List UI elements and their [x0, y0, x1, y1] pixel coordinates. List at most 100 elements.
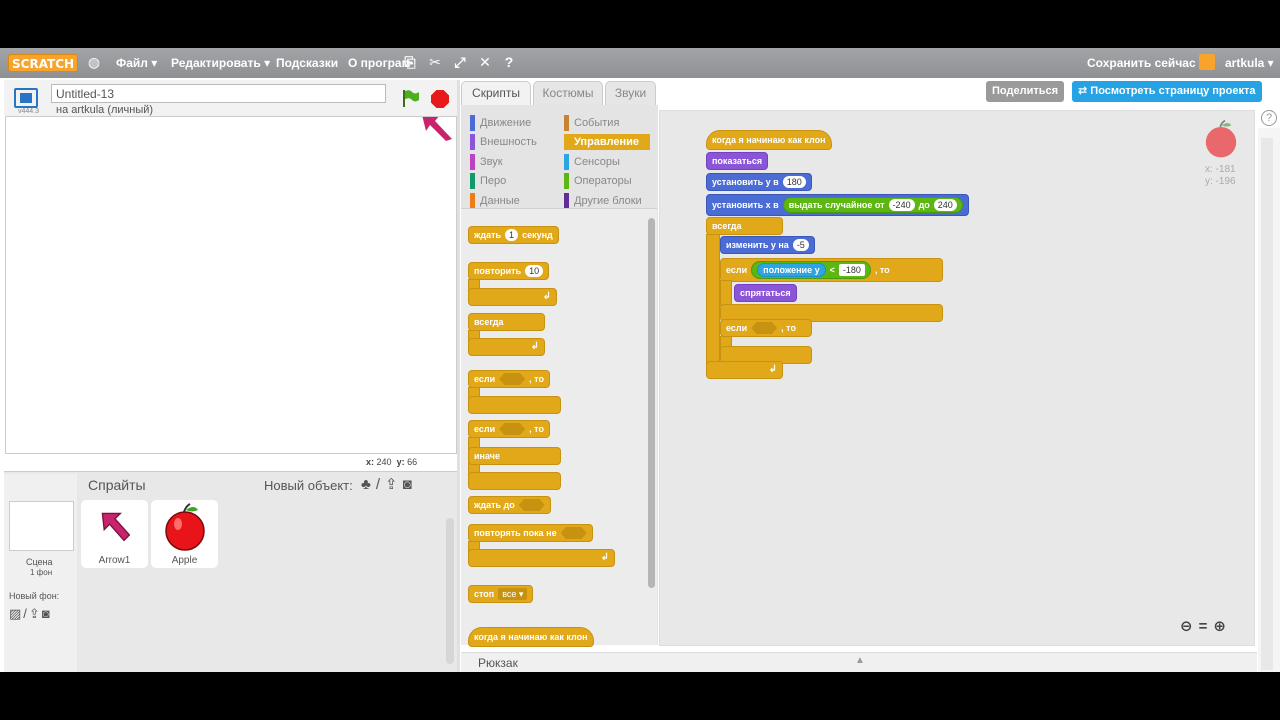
palette-repeat-until-block[interactable]: повторять пока не	[468, 524, 593, 542]
sprite-name: Arrow1	[98, 555, 131, 566]
fullscreen-icon[interactable]	[14, 88, 38, 108]
palette-if-else-block[interactable]: если, то	[468, 420, 550, 438]
x-value: 240	[376, 457, 392, 467]
palette-if-else-bottom	[468, 472, 561, 490]
script-hide-block[interactable]: спрятаться	[734, 284, 797, 302]
remix-icon: ⇄	[1078, 85, 1088, 97]
sprite-name: Apple	[171, 555, 198, 566]
project-title-input[interactable]: Untitled-13	[51, 84, 386, 103]
backpack-label: Рюкзак	[478, 656, 518, 670]
edit-menu[interactable]: Редактировать ▾	[171, 56, 270, 70]
duplicate-icon[interactable]: ⎘	[402, 54, 418, 70]
shrink-icon[interactable]: ✕	[477, 54, 493, 70]
user-menu[interactable]: artkula ▾	[1225, 56, 1274, 70]
palette-wait-block[interactable]: ждать 1 секунд	[468, 226, 559, 244]
project-author: на artkula (личный)	[56, 104, 154, 116]
category-sensing[interactable]: Сенсоры	[564, 154, 620, 170]
mouse-coordinates: x: 240 y: 66	[366, 457, 418, 467]
tips-scrollbar[interactable]	[1261, 138, 1273, 670]
tips-menu[interactable]: Подсказки	[276, 56, 338, 70]
stage-canvas[interactable]	[5, 116, 457, 454]
backdrop-library-icon[interactable]: ▨	[9, 606, 23, 621]
category-control[interactable]: Управление	[564, 134, 650, 150]
less-than-operator[interactable]: положение y < -180	[751, 261, 871, 279]
category-events[interactable]: События	[564, 115, 619, 131]
grow-icon[interactable]: ⤢	[452, 54, 468, 70]
apple-sprite-icon	[165, 503, 205, 551]
script-if-block-2[interactable]: если, то	[720, 319, 812, 337]
y-position-reporter[interactable]: положение y	[757, 263, 826, 277]
share-button[interactable]: Поделиться	[986, 81, 1065, 102]
stop-icon[interactable]	[431, 90, 449, 108]
new-backdrop-tools: ▨/⇪◙	[9, 606, 52, 622]
palette-repeat-block[interactable]: повторить 10	[468, 262, 550, 280]
palette-repeat-bottom: ↲	[468, 288, 557, 306]
tips-help-icon[interactable]: ?	[1261, 110, 1277, 126]
script-show-block[interactable]: показаться	[706, 152, 769, 170]
globe-icon[interactable]: ◍	[86, 54, 102, 70]
camera-sprite-icon[interactable]: ◙	[403, 476, 417, 493]
script-set-y-block[interactable]: установить y в 180	[706, 173, 812, 191]
sprite-card-arrow1[interactable]: Arrow1	[81, 500, 148, 568]
category-more-blocks[interactable]: Другие блоки	[564, 193, 642, 209]
file-menu[interactable]: Файл ▾	[116, 56, 157, 70]
current-sprite-thumbnail	[1205, 119, 1237, 158]
category-pen[interactable]: Перо	[470, 173, 506, 189]
cut-icon[interactable]: ✂	[427, 54, 443, 70]
tab-sounds[interactable]: Звуки	[605, 81, 656, 105]
if-c-arm	[720, 280, 732, 306]
random-operator-block[interactable]: выдать случайное от -240 до 240	[782, 197, 963, 213]
zoom-out-icon[interactable]: ⊖	[1180, 618, 1199, 635]
save-now-button[interactable]: Сохранить сейчас	[1087, 56, 1196, 70]
sprite-library-icon[interactable]: ♣	[361, 476, 376, 493]
sprite-pane-scrollbar[interactable]	[446, 518, 454, 664]
backpack-expand-icon[interactable]: ▲	[855, 655, 865, 666]
scene-thumbnail[interactable]	[9, 501, 74, 551]
palette-clone-hat-block[interactable]: когда я начинаю как клон	[468, 627, 594, 647]
upload-sprite-icon[interactable]: ⇪	[385, 476, 403, 493]
green-flag-icon[interactable]	[400, 89, 420, 107]
zoom-in-icon[interactable]: ⊕	[1213, 618, 1232, 635]
tab-costumes[interactable]: Костюмы	[533, 81, 603, 105]
palette-repeat-until-bottom: ↲	[468, 549, 615, 567]
palette-stop-block[interactable]: стоп все ▾	[468, 585, 534, 603]
new-sprite-tools: ♣/⇪◙	[361, 475, 417, 493]
version-label: v444.3	[18, 108, 40, 115]
menu-bar: SCRATCH ◍ Файл ▾ Редактировать ▾ Подсказ…	[0, 48, 1280, 78]
sprite-position: x: -181 y: -196	[1205, 164, 1236, 188]
category-data[interactable]: Данные	[470, 193, 520, 209]
arrow-sprite-on-stage[interactable]	[418, 116, 457, 141]
palette-scrollbar[interactable]	[648, 218, 655, 588]
scratch-editor: SCRATCH ◍ Файл ▾ Редактировать ▾ Подсказ…	[0, 48, 1280, 672]
zoom-reset-icon[interactable]: =	[1199, 618, 1214, 635]
category-motion[interactable]: Движение	[470, 115, 531, 131]
script-change-y-block[interactable]: изменить y на -5	[720, 236, 815, 254]
palette-wait-until-block[interactable]: ждать до	[468, 496, 551, 514]
script-if-block-1[interactable]: если положение y < -180 , то	[720, 258, 943, 282]
y-value: 66	[407, 457, 418, 467]
palette-forever-block[interactable]: всегда	[468, 313, 545, 331]
sprite-card-apple[interactable]: Apple	[151, 500, 218, 568]
panel-divider[interactable]	[457, 80, 460, 672]
tab-scripts[interactable]: Скрипты	[461, 81, 531, 105]
help-icon[interactable]: ?	[501, 54, 517, 70]
scene-backdrop-count: 1 фон	[30, 568, 53, 577]
camera-backdrop-icon[interactable]: ◙	[42, 606, 52, 621]
new-object-label: Новый объект:	[264, 478, 353, 493]
script-forever-block[interactable]: всегда	[706, 217, 783, 235]
sprite-x: x: -181	[1205, 164, 1236, 175]
script-clone-hat[interactable]: когда я начинаю как клон	[706, 130, 832, 150]
category-looks[interactable]: Внешность	[470, 134, 537, 150]
category-sound[interactable]: Звук	[470, 154, 503, 170]
script-set-x-block[interactable]: установить x в выдать случайное от -240 до…	[706, 194, 969, 216]
category-operators[interactable]: Операторы	[564, 173, 632, 189]
scratch-logo[interactable]: SCRATCH	[8, 54, 79, 72]
paint-sprite-icon[interactable]: /	[376, 476, 385, 493]
palette-if-bottom	[468, 396, 561, 414]
arrow-sprite-icon	[101, 512, 131, 542]
sprites-title: Спрайты	[88, 477, 146, 493]
palette-if-block[interactable]: если, то	[468, 370, 550, 388]
upload-backdrop-icon[interactable]: ⇪	[29, 606, 42, 621]
user-avatar-icon[interactable]	[1199, 54, 1215, 70]
view-project-page-button[interactable]: ⇄ Посмотреть страницу проекта	[1072, 81, 1262, 102]
